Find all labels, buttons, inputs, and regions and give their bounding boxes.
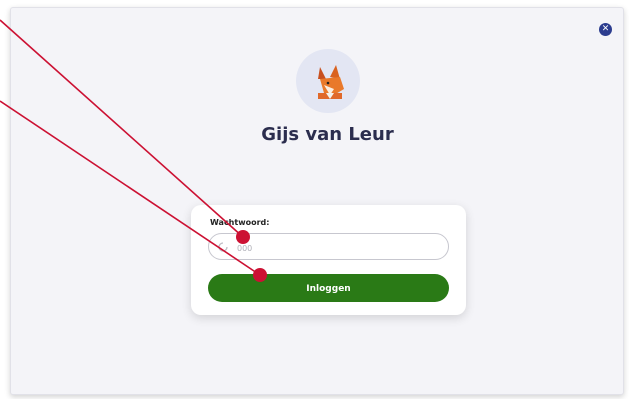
close-icon[interactable]: ✕ bbox=[599, 23, 612, 36]
avatar bbox=[296, 49, 360, 113]
password-input[interactable] bbox=[235, 239, 439, 257]
login-dialog: ✕ Gijs van Leur Wachtwoord: Inloggen bbox=[10, 7, 624, 395]
login-button[interactable]: Inloggen bbox=[208, 274, 449, 302]
password-label: Wachtwoord: bbox=[210, 218, 270, 227]
login-card: Wachtwoord: Inloggen bbox=[191, 205, 466, 315]
loading-icon bbox=[218, 242, 228, 252]
password-field[interactable] bbox=[208, 233, 449, 260]
fox-icon bbox=[318, 65, 344, 99]
user-name: Gijs van Leur bbox=[261, 124, 394, 145]
